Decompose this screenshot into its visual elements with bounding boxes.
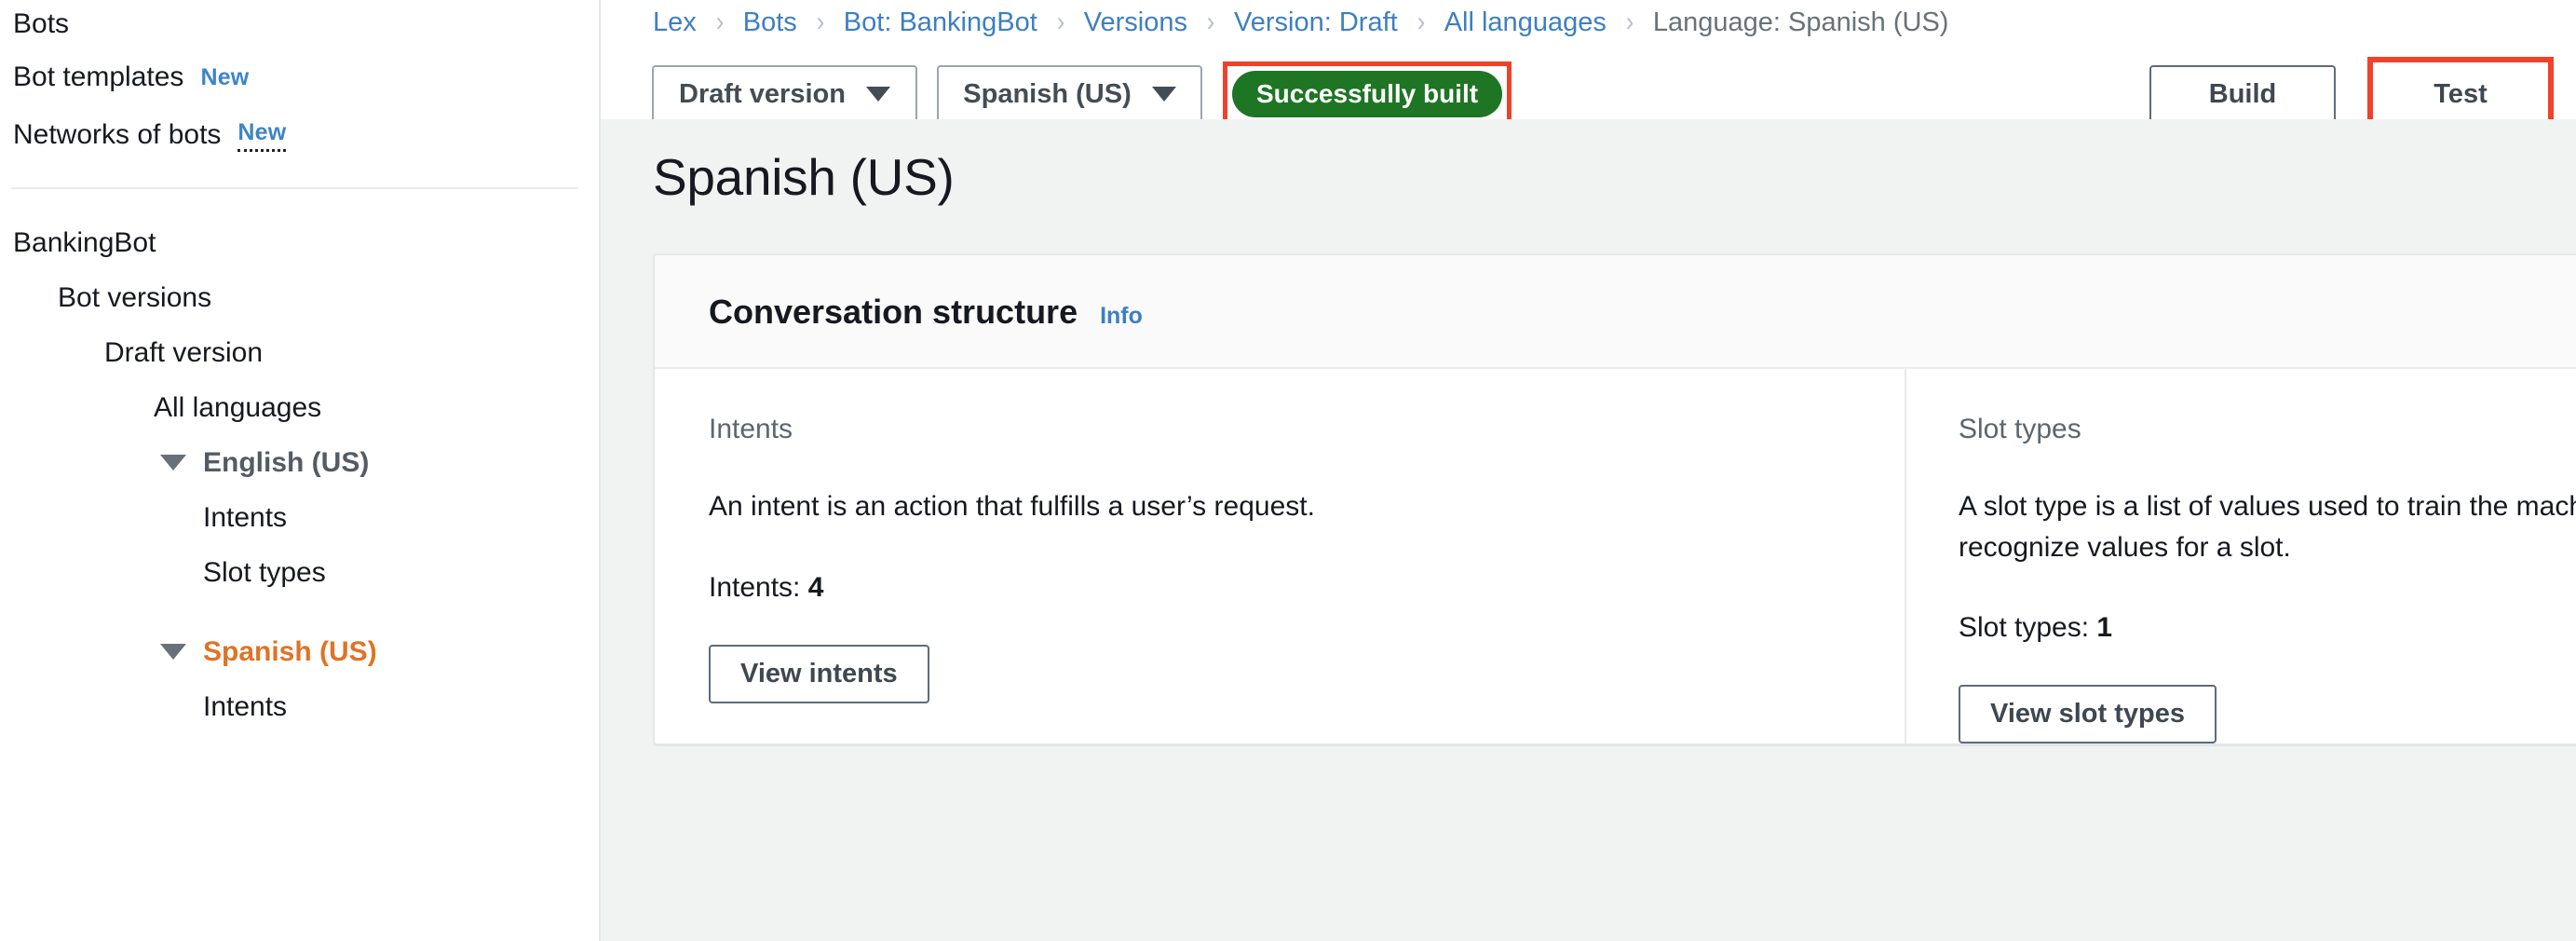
breadcrumb-item-version-draft[interactable]: Version: Draft bbox=[1234, 7, 1398, 38]
sidebar-item-label: Networks of bots bbox=[13, 119, 222, 150]
language-dropdown-label: Spanish (US) bbox=[963, 78, 1132, 109]
tree-item-label: Slot types bbox=[203, 556, 326, 588]
content-area: Spanish (US) Conversation structure Info… bbox=[601, 119, 2576, 941]
card-title: Conversation structure bbox=[709, 293, 1078, 331]
build-button-label: Build bbox=[2208, 78, 2277, 109]
sidebar-item-english-slot-types[interactable]: Slot types bbox=[0, 545, 599, 600]
tree-item-label: All languages bbox=[154, 391, 322, 423]
page-title: Spanish (US) bbox=[653, 148, 955, 206]
sidebar-item-bot-templates[interactable]: Bot templates New bbox=[0, 48, 599, 106]
sidebar-item-bot-versions[interactable]: Bot versions bbox=[0, 270, 599, 325]
breadcrumb-item-bots[interactable]: Bots bbox=[743, 7, 797, 38]
intents-label: Intents bbox=[709, 414, 793, 444]
card-header: Conversation structure Info bbox=[655, 255, 2576, 369]
breadcrumb-item-lex[interactable]: Lex bbox=[653, 7, 697, 38]
language-dropdown[interactable]: Spanish (US) bbox=[937, 64, 1202, 124]
sidebar-item-english-us[interactable]: English (US) bbox=[0, 435, 599, 490]
sidebar-divider bbox=[11, 187, 578, 189]
breadcrumb-item-bot-bankingbot[interactable]: Bot: BankingBot bbox=[844, 7, 1037, 38]
caret-down-icon[interactable] bbox=[160, 644, 186, 660]
breadcrumb-item-all-languages[interactable]: All languages bbox=[1444, 7, 1607, 38]
status-badge: Successfully built bbox=[1232, 71, 1503, 117]
intents-count-value: 4 bbox=[807, 571, 824, 603]
app-root: Bots Bot templates New Networks of bots … bbox=[0, 0, 2576, 941]
breadcrumb: Lex › Bots › Bot: BankingBot › Versions … bbox=[601, 0, 2576, 45]
sidebar-item-label: Bots bbox=[13, 8, 70, 39]
sidebar-item-networks-of-bots[interactable]: Networks of bots New bbox=[0, 106, 599, 164]
breadcrumb-separator-icon: › bbox=[1625, 7, 1634, 37]
status-badge-highlight: Successfully built bbox=[1223, 61, 1512, 127]
sidebar-top-links: Bots Bot templates New Networks of bots … bbox=[0, 0, 599, 164]
sidebar-item-english-intents[interactable]: Intents bbox=[0, 490, 599, 545]
slot-types-column: Slot types A slot type is a list of valu… bbox=[1905, 369, 2576, 743]
breadcrumb-separator-icon: › bbox=[1056, 7, 1065, 37]
tree-item-label: English (US) bbox=[203, 446, 370, 478]
tree-item-label: Intents bbox=[203, 690, 288, 722]
chevron-down-icon bbox=[1151, 87, 1176, 102]
conversation-structure-card: Conversation structure Info Intents An i… bbox=[653, 253, 2576, 745]
intents-description: An intent is an action that fulfills a u… bbox=[709, 491, 1315, 522]
view-slot-types-button[interactable]: View slot types bbox=[1959, 685, 2217, 743]
main-area: Lex › Bots › Bot: BankingBot › Versions … bbox=[601, 0, 2576, 941]
left-sidebar: Bots Bot templates New Networks of bots … bbox=[0, 0, 601, 941]
version-dropdown[interactable]: Draft version bbox=[652, 64, 917, 124]
tree-item-label: Bot versions bbox=[58, 281, 212, 313]
new-badge: New bbox=[200, 63, 250, 90]
build-button[interactable]: Build bbox=[2149, 64, 2336, 124]
breadcrumb-separator-icon: › bbox=[816, 7, 825, 37]
view-slot-types-button-label: View slot types bbox=[1990, 699, 2185, 729]
intents-count: Intents: 4 bbox=[709, 572, 1851, 604]
info-link[interactable]: Info bbox=[1100, 303, 1143, 330]
intents-count-label: Intents: bbox=[709, 571, 801, 603]
sidebar-item-bankingbot[interactable]: BankingBot bbox=[0, 215, 599, 270]
tree-item-label: Draft version bbox=[104, 336, 264, 368]
breadcrumb-separator-icon: › bbox=[1206, 7, 1215, 37]
view-intents-button[interactable]: View intents bbox=[709, 644, 929, 703]
breadcrumb-separator-icon: › bbox=[1417, 7, 1425, 37]
sidebar-item-spanish-intents[interactable]: Intents bbox=[0, 679, 599, 734]
tree-item-label: Spanish (US) bbox=[203, 635, 377, 667]
intents-column: Intents An intent is an action that fulf… bbox=[655, 369, 1905, 743]
tree-item-label: BankingBot bbox=[13, 226, 156, 258]
slot-types-count-label: Slot types: bbox=[1959, 612, 2090, 643]
breadcrumb-separator-icon: › bbox=[715, 7, 725, 37]
slot-types-label: Slot types bbox=[1959, 414, 2081, 444]
sidebar-item-label: Bot templates bbox=[13, 61, 184, 92]
caret-down-icon[interactable] bbox=[160, 455, 186, 470]
test-button-label: Test bbox=[2434, 78, 2488, 109]
sidebar-tree: BankingBot Bot versions Draft version Al… bbox=[0, 215, 599, 734]
sidebar-item-all-languages[interactable]: All languages bbox=[0, 380, 599, 435]
slot-types-count-value: 1 bbox=[2096, 612, 2113, 643]
new-badge: New bbox=[237, 119, 287, 152]
sidebar-item-spanish-us[interactable]: Spanish (US) bbox=[0, 624, 599, 679]
breadcrumb-item-language-spanish-us: Language: Spanish (US) bbox=[1652, 7, 1949, 37]
test-button[interactable]: Test bbox=[2376, 64, 2545, 124]
slot-types-count: Slot types: 1 bbox=[1959, 612, 2576, 644]
card-body: Intents An intent is an action that fulf… bbox=[655, 369, 2576, 743]
chevron-down-icon bbox=[865, 87, 890, 102]
version-dropdown-label: Draft version bbox=[679, 78, 846, 109]
breadcrumb-item-versions[interactable]: Versions bbox=[1084, 7, 1187, 38]
sidebar-item-bots[interactable]: Bots bbox=[0, 0, 599, 48]
slot-types-description: A slot type is a list of values used to … bbox=[1959, 491, 2576, 563]
tree-item-label: Intents bbox=[203, 501, 288, 533]
view-intents-button-label: View intents bbox=[740, 658, 898, 689]
sidebar-item-draft-version[interactable]: Draft version bbox=[0, 325, 599, 380]
